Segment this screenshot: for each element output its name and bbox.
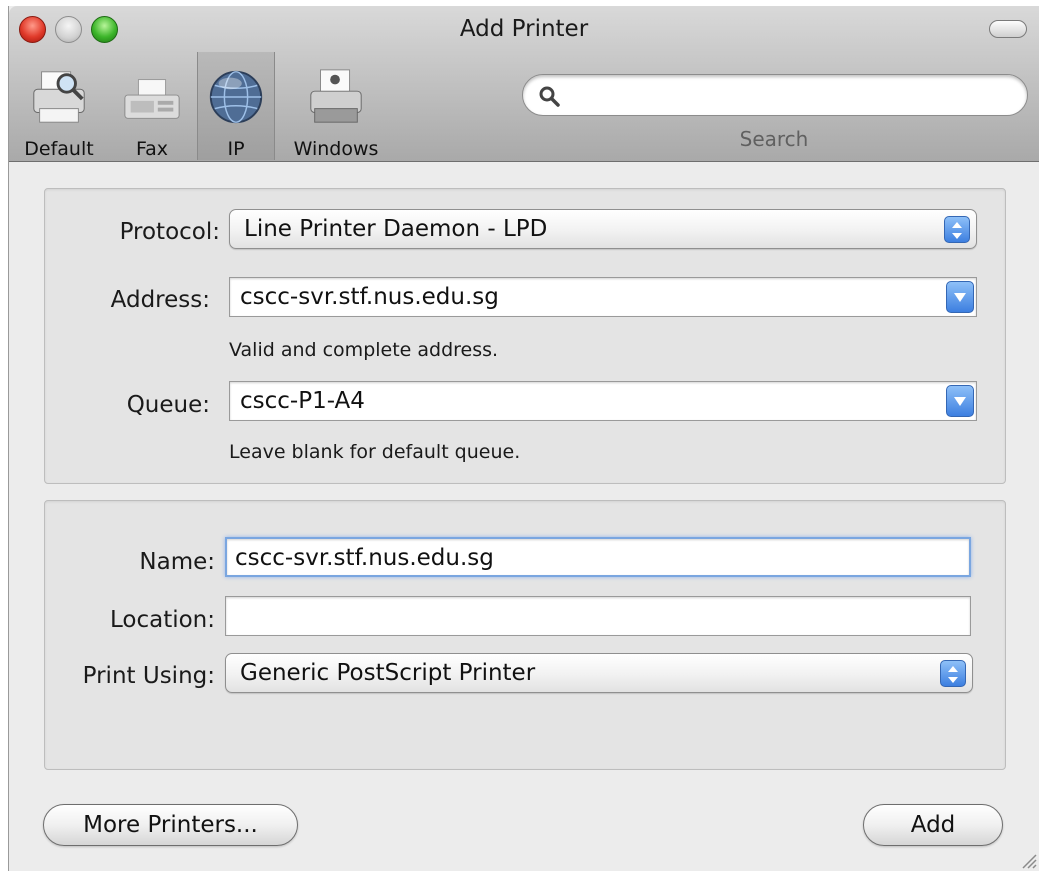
queue-label: Queue: <box>126 392 210 418</box>
search-label: Search <box>739 127 809 151</box>
default-printer-icon <box>33 71 85 123</box>
more-printers-button[interactable]: More Printers... <box>43 804 298 846</box>
toolbar-item-windows[interactable]: Windows <box>281 52 391 160</box>
print-using-label: Print Using: <box>82 663 215 689</box>
name-value: cscc-svr.stf.nus.edu.sg <box>235 545 494 571</box>
address-combo[interactable]: cscc-svr.stf.nus.edu.sg <box>229 277 977 317</box>
add-button[interactable]: Add <box>863 804 1003 846</box>
toolbar-item-label: Default <box>24 138 94 160</box>
toolbar-item-ip[interactable]: IP <box>197 52 275 160</box>
chevron-down-icon[interactable] <box>946 385 974 417</box>
details-group: Name: cscc-svr.stf.nus.edu.sg Location: … <box>44 500 1006 770</box>
fax-icon <box>124 79 180 119</box>
toolbar-item-label: Windows <box>293 138 379 160</box>
queue-combo[interactable]: cscc-P1-A4 <box>229 381 977 421</box>
protocol-select[interactable]: Line Printer Daemon - LPD <box>229 209 977 249</box>
up-down-arrows-icon <box>944 216 970 243</box>
toolbar-toggle-button[interactable] <box>989 20 1027 38</box>
name-label: Name: <box>139 549 215 575</box>
protocol-label: Protocol: <box>119 219 220 245</box>
add-printer-window: Add Printer Default Fax IP Windows Searc… <box>8 6 1039 871</box>
chevron-down-icon[interactable] <box>946 281 974 313</box>
search-input[interactable] <box>522 74 1028 116</box>
window-title: Add Printer <box>459 16 589 42</box>
print-using-value: Generic PostScript Printer <box>240 660 536 686</box>
connection-group: Protocol: Line Printer Daemon - LPD Addr… <box>44 188 1006 484</box>
toolbar-item-fax[interactable]: Fax <box>119 52 185 160</box>
toolbar-item-label: Fax <box>135 138 169 160</box>
address-label: Address: <box>110 287 210 313</box>
address-value: cscc-svr.stf.nus.edu.sg <box>240 284 499 310</box>
search-icon <box>539 86 560 107</box>
toolbar-item-label: IP <box>227 138 245 160</box>
toolbar-item-default[interactable]: Default <box>9 52 109 160</box>
up-down-arrows-icon <box>940 660 966 687</box>
protocol-value: Line Printer Daemon - LPD <box>244 216 548 242</box>
name-field[interactable]: cscc-svr.stf.nus.edu.sg <box>225 537 971 577</box>
windows-printer-icon <box>310 69 362 123</box>
title-toolbar-area: Add Printer Default Fax IP Windows Searc… <box>9 6 1039 162</box>
location-label: Location: <box>109 607 215 633</box>
queue-value: cscc-P1-A4 <box>240 388 365 414</box>
resize-grip-icon[interactable] <box>1019 851 1037 869</box>
address-hint: Valid and complete address. <box>229 339 499 361</box>
location-field[interactable] <box>225 596 971 636</box>
print-using-select[interactable]: Generic PostScript Printer <box>225 653 973 693</box>
queue-hint: Leave blank for default queue. <box>229 441 521 463</box>
globe-icon <box>209 70 263 124</box>
